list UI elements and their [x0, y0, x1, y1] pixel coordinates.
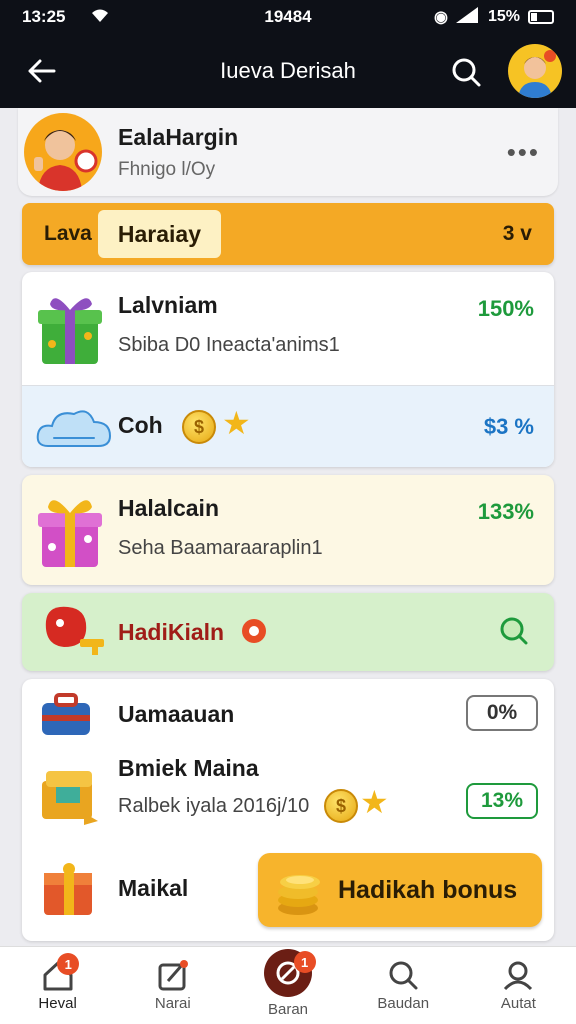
bottom-nav: 1 Heval Narai 1 Baran Baudan Autat	[0, 946, 576, 1024]
list-item[interactable]: Coh $ ★ $3 %	[22, 386, 554, 467]
list-item[interactable]: Lalvniam Sbiba D0 Ineacta'anims1 150%	[22, 272, 554, 386]
profile-avatar	[24, 113, 102, 191]
wifi-icon	[90, 7, 110, 28]
row-percent: $3 %	[483, 414, 534, 439]
red-badge-icon	[240, 617, 268, 650]
nav-label: Baudan	[377, 995, 430, 1012]
reward-card-gift: Lalvniam Sbiba D0 Ineacta'anims1 150% Co…	[22, 272, 554, 467]
search-button[interactable]	[444, 50, 488, 94]
reward-card-present[interactable]: Halalcain Seha Baamaraaraplin1 133%	[22, 475, 554, 585]
row-title: Maikal	[118, 875, 189, 901]
level-chip[interactable]: Haraiay	[97, 210, 221, 258]
profile-subtitle: Fhnigo l/Oy	[118, 158, 216, 180]
status-bar: 13:25 19484 ◉ 15%	[0, 0, 576, 34]
user-avatar[interactable]	[508, 44, 562, 98]
reward-card-list: Uamaauan 0% Bmiek Maina Ralbek iyala 201…	[22, 679, 554, 941]
app-bar: Iueva Derisah	[0, 34, 576, 108]
notification-badge: 1	[293, 951, 316, 973]
pink-gift-icon	[36, 489, 106, 576]
level-bar: Lava Haraiay 3 v	[22, 203, 554, 265]
green-gift-icon	[36, 288, 106, 373]
more-options-button[interactable]: •••	[507, 137, 540, 168]
row-title: HadiKialn	[118, 619, 225, 645]
boy-thumbs-up-icon	[34, 130, 98, 191]
cloud-icon	[36, 402, 112, 457]
nav-label: Baran	[267, 1001, 309, 1018]
back-button[interactable]	[12, 41, 72, 101]
row-title: Halalcain	[118, 495, 219, 521]
level-label: Lava	[44, 222, 92, 245]
profile-card[interactable]: EalaHargin Fhnigo l/Oy •••	[18, 108, 558, 196]
coin-stack-icon	[278, 875, 320, 915]
status-time: 13:25	[22, 7, 66, 26]
person-avatar-icon	[518, 50, 556, 98]
nav-label: Heval	[38, 995, 77, 1012]
row-subtitle: Ralbek iyala 2016j/10	[118, 795, 310, 817]
nav-item-home[interactable]: 1 Heval	[0, 947, 115, 1024]
nav-item-profile[interactable]: Autat	[461, 947, 576, 1024]
profile-icon	[504, 961, 533, 991]
search-icon	[389, 961, 418, 990]
row-title: Coh	[118, 412, 163, 438]
list-item[interactable]: Bmiek Maina Ralbek iyala 2016j/10 $ ★ 13…	[22, 747, 554, 839]
arrow-left-icon	[28, 59, 56, 83]
row-subtitle: Sbiba D0 Ineacta'anims1	[118, 334, 340, 356]
battery-icon	[528, 10, 554, 24]
bonus-button-label: Hadikah bonus	[338, 875, 518, 904]
notification-badge: 1	[57, 953, 80, 975]
list-item[interactable]: Uamaauan 0%	[22, 679, 554, 747]
coin-icon: $	[182, 410, 216, 444]
row-title: Bmiek Maina	[118, 755, 259, 781]
nav-item-edit[interactable]: Narai	[115, 947, 230, 1024]
row-title: Lalvniam	[118, 292, 218, 318]
signal-icon	[455, 6, 480, 28]
coin-icon: $	[324, 789, 358, 823]
toolbox-icon	[38, 689, 94, 744]
star-icon: ★	[360, 784, 389, 820]
profile-name: EalaHargin	[118, 123, 239, 150]
orange-gift-box-icon	[40, 859, 98, 924]
row-subtitle: Seha Baamaraaraplin1	[118, 537, 323, 559]
nav-item-search[interactable]: Baudan	[346, 947, 461, 1024]
percent-pill: 0%	[466, 695, 538, 731]
star-icon: ★	[222, 405, 251, 441]
row-percent: 150%	[477, 296, 534, 321]
row-percent: 133%	[477, 499, 534, 524]
red-key-icon	[40, 601, 106, 668]
bonus-button[interactable]: Hadikah bonus	[258, 853, 542, 927]
page-title: Iueva Derisah	[220, 58, 356, 83]
treasure-chest-icon	[38, 761, 102, 832]
search-icon	[452, 58, 481, 87]
nav-item-center[interactable]: 1 Baran	[230, 947, 345, 1024]
nav-label: Autat	[500, 995, 536, 1012]
percent-pill: 13%	[466, 783, 538, 819]
alarm-icon: ◉	[434, 9, 448, 26]
battery-percent: 15%	[487, 8, 520, 25]
search-icon[interactable]	[498, 615, 530, 652]
edit-icon	[158, 960, 188, 991]
row-title: Uamaauan	[118, 701, 235, 727]
level-count[interactable]: 3 v	[503, 222, 532, 246]
nav-label: Narai	[154, 995, 191, 1012]
reward-card-key[interactable]: HadiKialn	[22, 593, 554, 671]
